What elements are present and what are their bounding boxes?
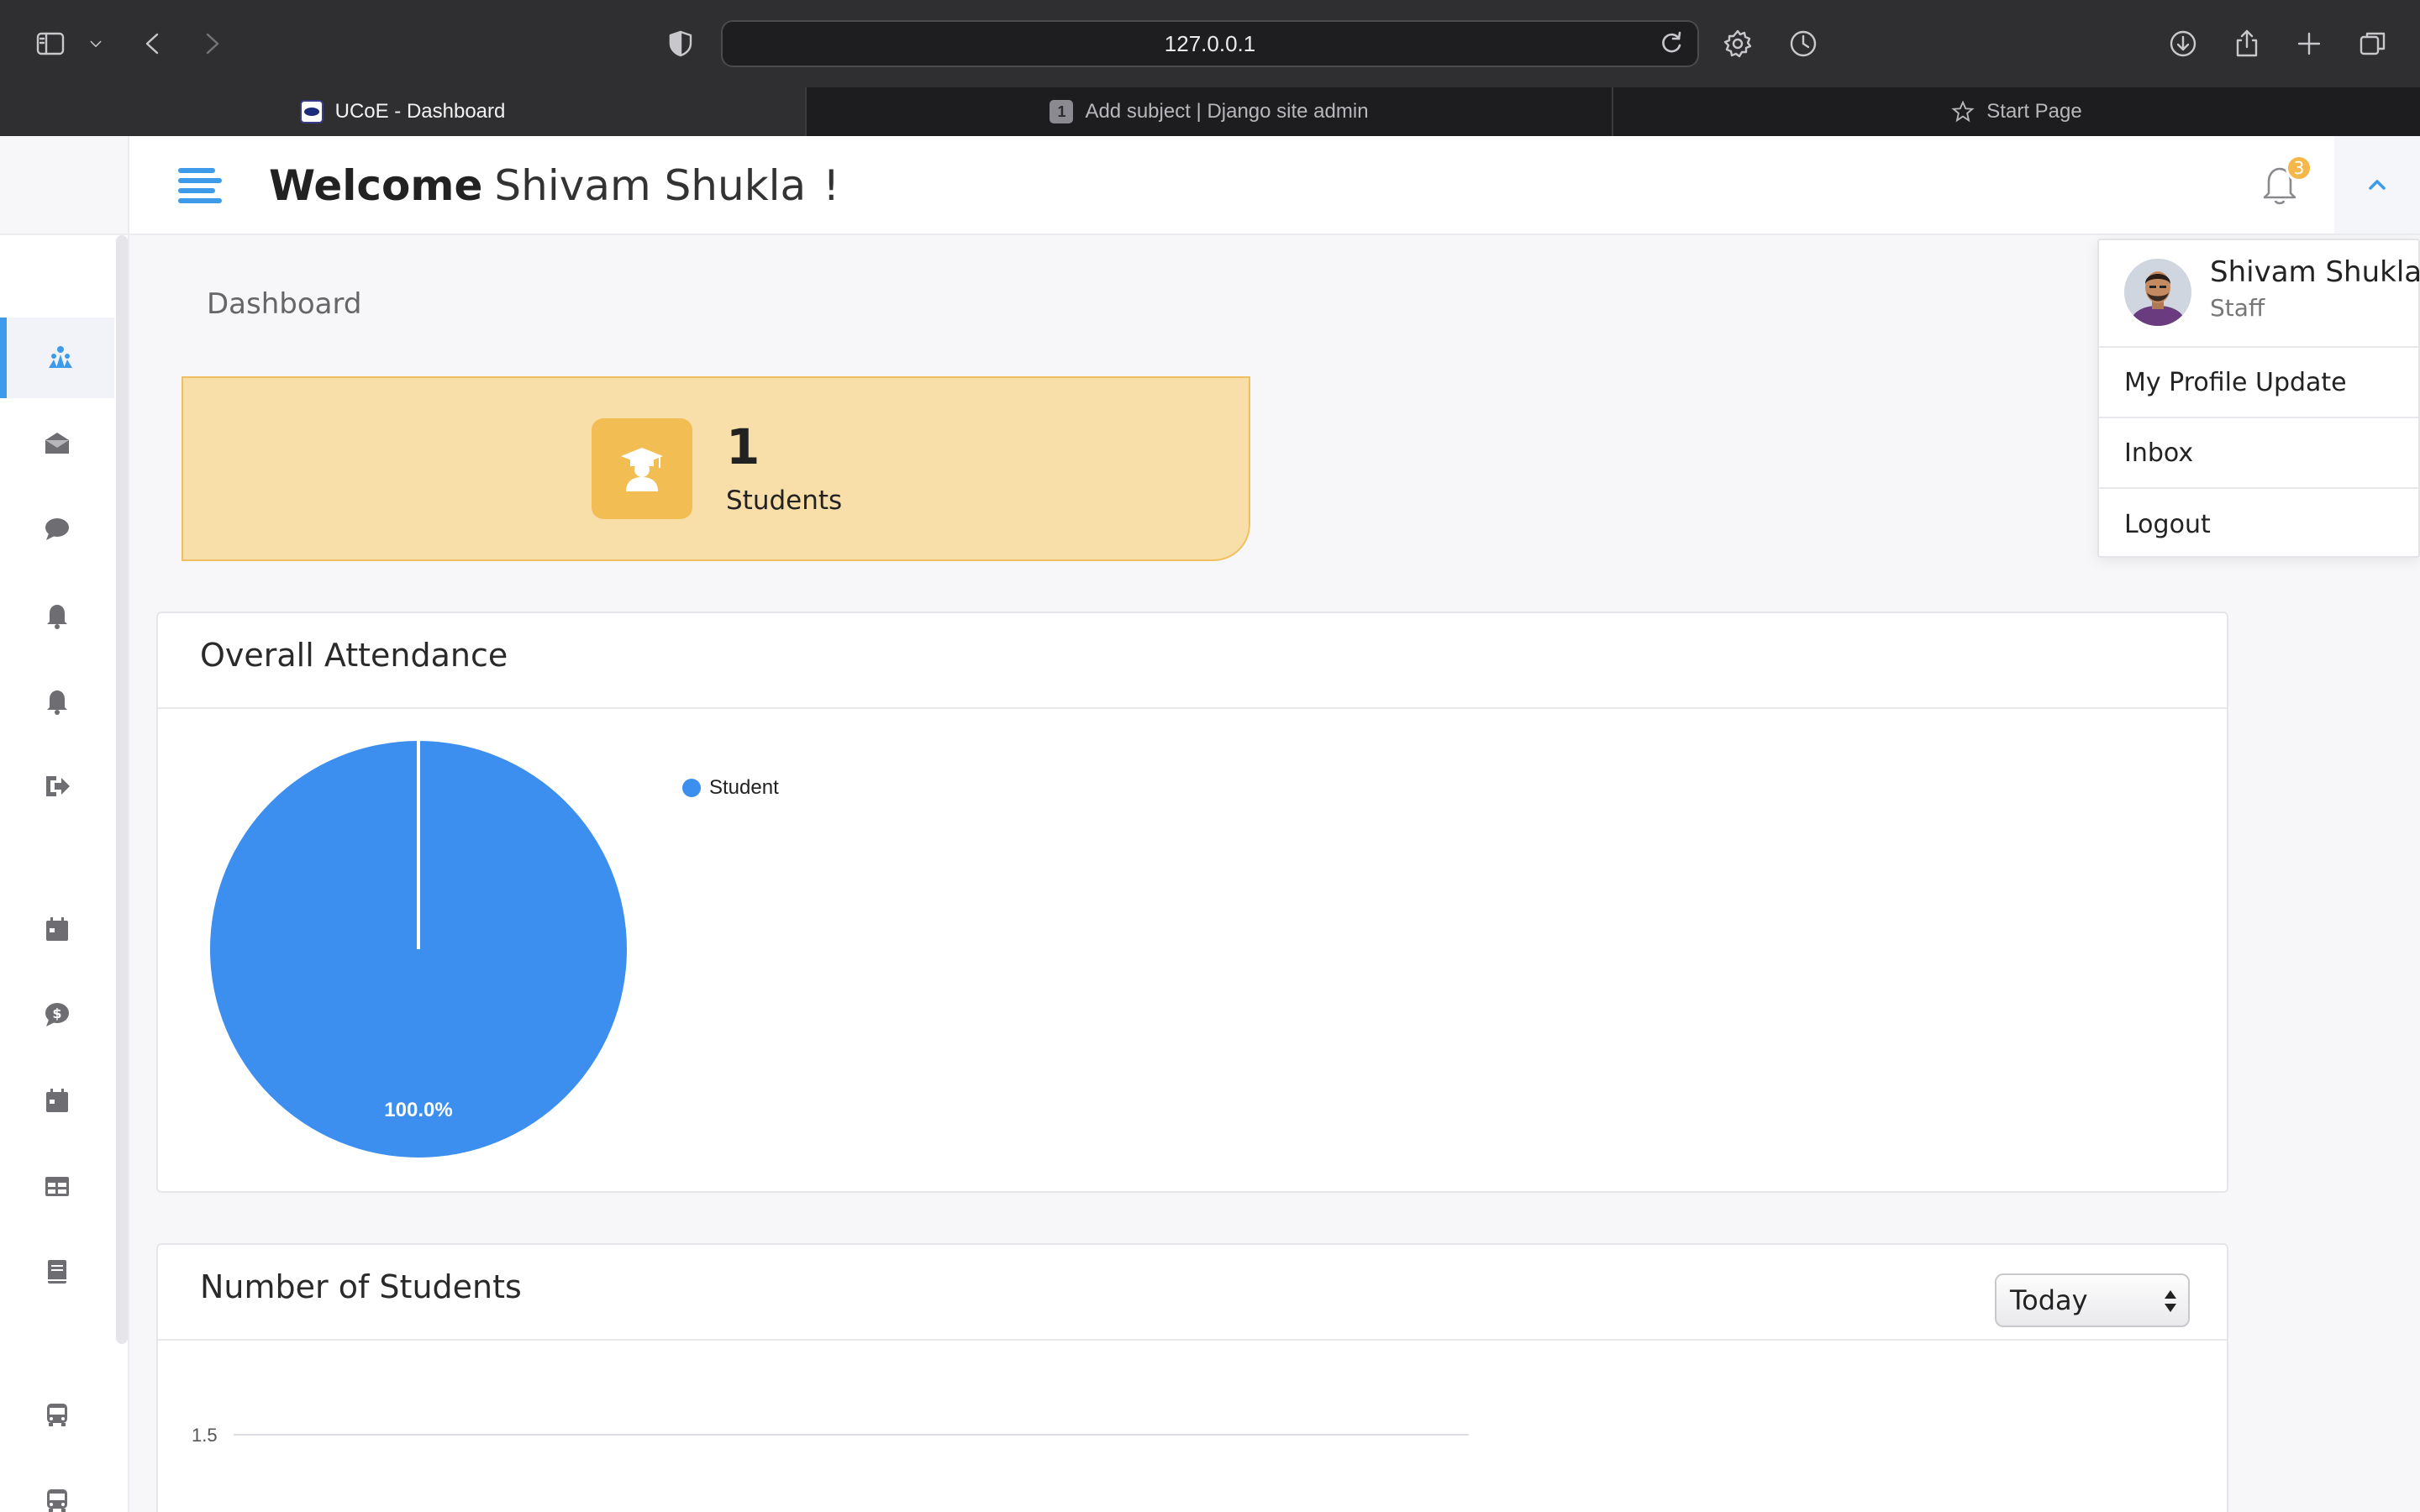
avatar — [2124, 259, 2191, 326]
pie-data-label: 100.0% — [384, 1099, 452, 1121]
sidebar-item-fees[interactable]: $ — [0, 974, 114, 1055]
share-icon[interactable] — [2223, 20, 2270, 67]
graduate-icon — [592, 418, 692, 519]
menu-toggle-icon[interactable] — [178, 163, 222, 205]
period-select[interactable]: Today — [1995, 1273, 2190, 1327]
attendance-card: Overall Attendance 100.0% Student — [156, 612, 2228, 1193]
sidebar-item-calendar[interactable] — [0, 889, 114, 969]
welcome-exclaim: ! — [823, 161, 840, 210]
tab-title: Start Page — [1986, 100, 2082, 123]
tab-count-icon: 1 — [1050, 100, 1074, 123]
tab-ucoe-dashboard[interactable]: UCoE - Dashboard — [0, 87, 805, 136]
ucoe-logo-icon — [299, 100, 324, 123]
download-icon[interactable] — [2160, 20, 2207, 67]
calendar-icon — [46, 917, 68, 941]
sidebar-scrollbar[interactable] — [116, 235, 128, 1344]
sidebar-item-calendar-2[interactable] — [0, 1060, 114, 1141]
sidebar-item-notifications-2[interactable] — [0, 660, 114, 741]
gear-icon[interactable] — [1714, 20, 1761, 67]
students-line-chart: 1.5 — [192, 1425, 1469, 1446]
legend-swatch — [682, 779, 701, 797]
card-header: Number of Students Today — [158, 1245, 2227, 1341]
envelope-icon — [45, 433, 69, 454]
dashboard-icon — [49, 346, 72, 368]
history-icon[interactable] — [1780, 20, 1827, 67]
tabs-overview-icon[interactable] — [2349, 20, 2396, 67]
chart-legend: Student — [682, 776, 779, 800]
notification-badge: 3 — [2286, 155, 2312, 181]
breadcrumb: Dashboard — [207, 287, 362, 321]
sidebar-item-timetable[interactable] — [0, 1146, 114, 1226]
chat-icon — [45, 518, 69, 540]
tab-title: UCoE - Dashboard — [334, 100, 506, 123]
book-icon — [48, 1260, 66, 1284]
attendance-pie-chart: 100.0% — [210, 741, 627, 1158]
menu-item-logout[interactable]: Logout — [2099, 489, 2418, 559]
sidebar-item-library[interactable] — [0, 1231, 114, 1312]
plus-icon[interactable] — [2286, 20, 2333, 67]
students-stat-card[interactable] — [182, 376, 1250, 561]
menu-user-role: Staff — [2210, 294, 2265, 322]
menu-user-name: Shivam Shukla — [2210, 255, 2420, 289]
tab-strip: UCoE - Dashboard 1 Add subject | Django … — [0, 87, 2420, 136]
menu-item-profile-update[interactable]: My Profile Update — [2099, 348, 2418, 418]
students-card: Number of Students Today 1.5 — [156, 1243, 2228, 1512]
user-menu-toggle[interactable] — [2334, 136, 2420, 234]
sidebar-item-logout[interactable] — [0, 746, 114, 827]
forward-icon[interactable] — [188, 20, 235, 67]
sidebar-icon[interactable] — [27, 20, 74, 67]
sidebar-item-transport[interactable] — [0, 1374, 114, 1455]
star-icon — [1951, 100, 1975, 123]
select-arrows-icon — [2163, 1289, 2178, 1314]
tab-start-page[interactable]: Start Page — [1612, 87, 2420, 136]
period-select-value: Today — [2010, 1284, 2088, 1316]
bus-icon — [47, 1489, 67, 1512]
svg-text:$: $ — [52, 1005, 61, 1021]
user-menu-header: Shivam Shukla Staff — [2099, 240, 2420, 348]
bell-icon — [47, 605, 67, 629]
stat-label: Students — [726, 486, 843, 516]
card-title: Overall Attendance — [200, 637, 508, 674]
sidebar-item-inbox[interactable] — [0, 403, 114, 484]
browser-toolbar: 127.0.0.1 — [0, 0, 2420, 87]
table-icon — [45, 1177, 69, 1196]
reload-icon[interactable] — [1657, 29, 1689, 60]
menu-item-inbox[interactable]: Inbox — [2099, 418, 2418, 489]
address-text: 127.0.0.1 — [1164, 30, 1256, 56]
calendar-icon — [46, 1089, 68, 1112]
welcome-heading: Welcome Shivam Shukla ! — [269, 156, 839, 215]
stat-value: 1 — [726, 418, 760, 475]
shield-icon[interactable] — [657, 20, 704, 67]
tab-django-admin[interactable]: 1 Add subject | Django site admin — [805, 87, 1612, 136]
back-icon[interactable] — [129, 20, 176, 67]
sidebar-item-notifications[interactable] — [0, 575, 114, 655]
sidebar-item-transport-2[interactable] — [0, 1460, 114, 1512]
app-header: Welcome Shivam Shukla ! 3 — [0, 136, 2420, 235]
sidebar-item-dashboard[interactable] — [0, 318, 114, 398]
user-name: Shivam Shukla — [494, 161, 807, 210]
legend-label[interactable]: Student — [709, 776, 779, 800]
y-tick-label: 1.5 — [192, 1425, 218, 1446]
logout-icon — [46, 776, 70, 796]
chevron-up-icon — [2369, 180, 2386, 190]
user-dropdown-menu: Shivam Shukla Staff My Profile Update In… — [2097, 239, 2420, 558]
browser-chrome: 127.0.0.1 UCoE - Dashboard 1 Add subject… — [0, 0, 2420, 136]
card-header: Overall Attendance — [158, 613, 2227, 709]
bus-icon — [47, 1404, 67, 1426]
logo-area — [0, 136, 129, 234]
address-bar[interactable]: 127.0.0.1 — [721, 20, 1699, 67]
bell-icon — [47, 690, 67, 715]
sidebar: $ — [0, 235, 129, 1512]
welcome-label: Welcome — [269, 161, 483, 210]
sidebar-item-chat[interactable] — [0, 489, 114, 570]
tab-title: Add subject | Django site admin — [1085, 100, 1369, 123]
chevron-down-icon[interactable] — [72, 20, 119, 67]
card-title: Number of Students — [200, 1268, 522, 1305]
dollar-chat-icon: $ — [45, 1003, 69, 1026]
